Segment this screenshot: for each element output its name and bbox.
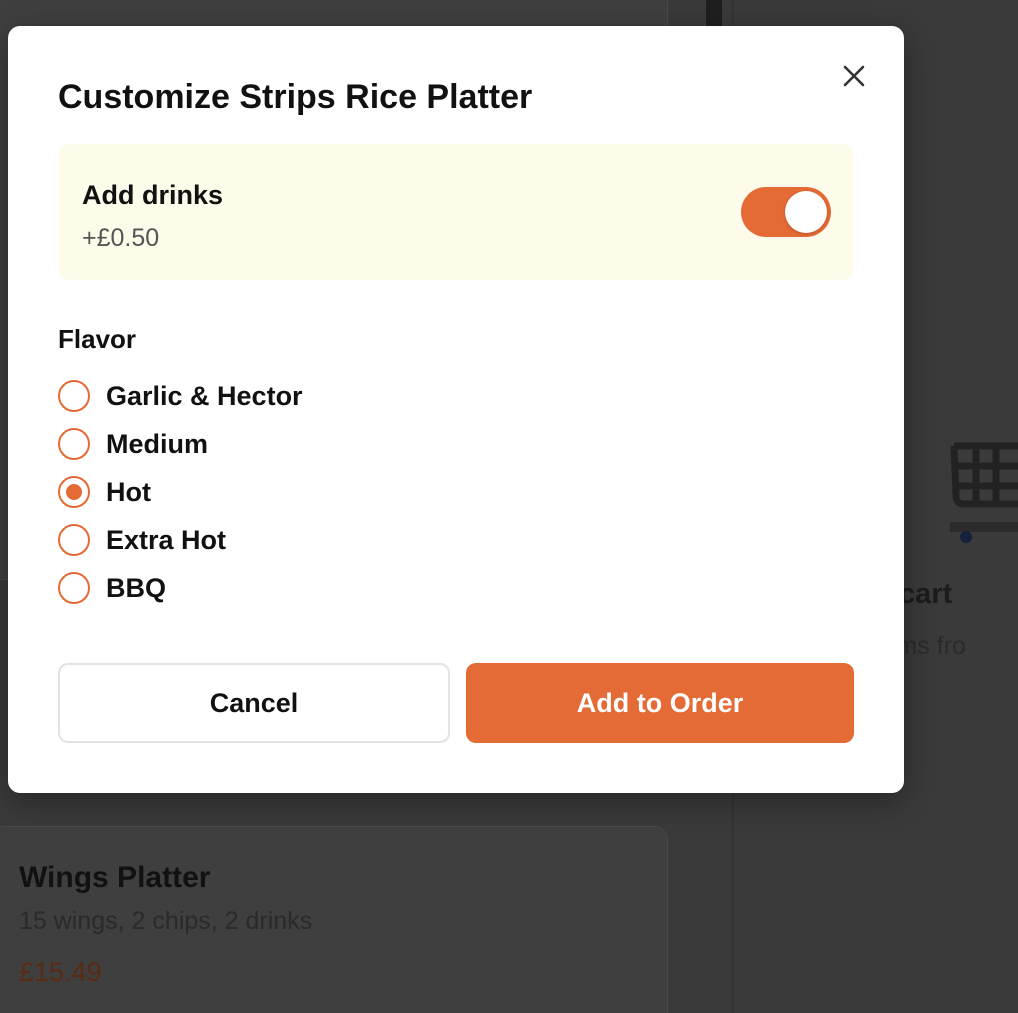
flavor-option-label: Garlic & Hector [106,380,303,411]
flavor-option-medium[interactable]: Medium [58,420,303,468]
menu-item-description: 15 wings, 2 chips, 2 drinks [19,907,313,935]
flavor-option-bbq[interactable]: BBQ [58,564,303,612]
cart-icon [950,442,1018,543]
menu-item-price: £15.49 [19,957,102,987]
flavor-option-label: BBQ [106,572,166,603]
add-drinks-option: Add drinks +£0.50 [58,144,854,280]
flavor-option-extra-hot[interactable]: Extra Hot [58,516,303,564]
toggle-knob [785,191,827,233]
radio-button[interactable] [58,476,90,508]
customize-dialog: Customize Strips Rice Platter Add drinks… [8,26,904,793]
menu-item-name: Wings Platter [19,861,211,894]
dialog-title: Customize Strips Rice Platter [58,78,533,116]
flavor-option-label: Hot [106,476,151,507]
flavor-option-label: Extra Hot [106,524,227,555]
flavor-option-garlic-hector[interactable]: Garlic & Hector [58,372,303,420]
add-to-order-button[interactable]: Add to Order [466,663,854,743]
close-button[interactable] [838,60,870,92]
close-icon [843,65,865,87]
radio-button[interactable] [58,428,90,460]
add-drinks-price: +£0.50 [82,224,160,252]
flavor-label: Flavor [58,324,137,354]
radio-button[interactable] [58,572,90,604]
flavor-option-hot[interactable]: Hot [58,468,303,516]
radio-button[interactable] [58,380,90,412]
add-drinks-label: Add drinks [82,180,224,210]
flavor-radio-group: Garlic & Hector Medium Hot Extra Hot BBQ [58,372,303,612]
flavor-option-label: Medium [106,428,209,459]
radio-button[interactable] [58,524,90,556]
menu-item-card[interactable]: Wings Platter 15 wings, 2 chips, 2 drink… [0,826,668,1013]
add-drinks-toggle[interactable] [741,187,831,237]
cancel-button[interactable]: Cancel [58,663,450,743]
